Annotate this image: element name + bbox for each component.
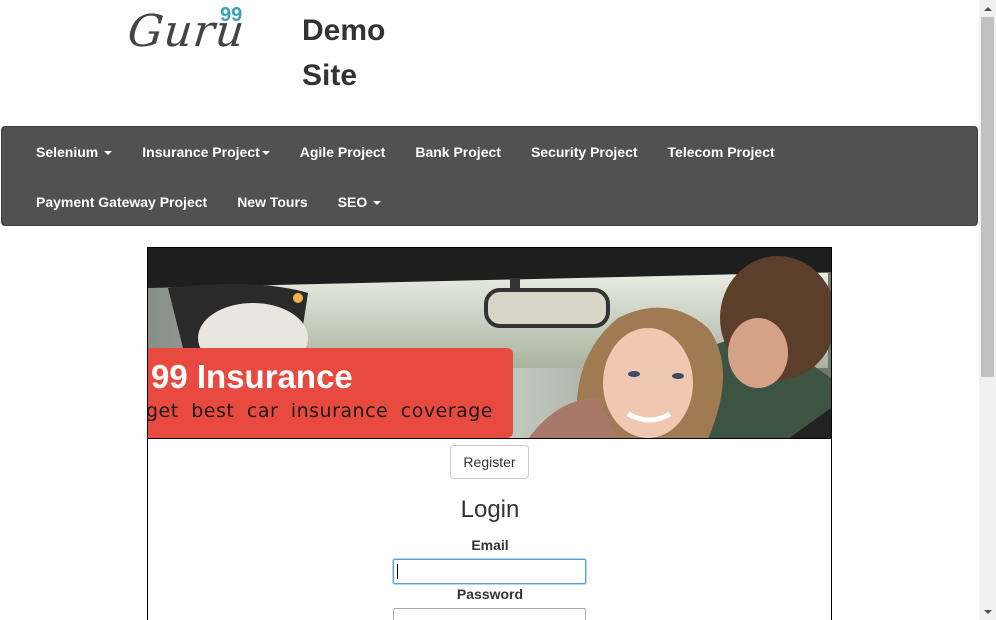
- banner-subtitle: get best car insurance coverage: [148, 400, 493, 422]
- nav-item-telecom-project[interactable]: Telecom Project: [653, 127, 790, 177]
- nav-item-selenium[interactable]: Selenium: [21, 127, 127, 177]
- arrow-up-icon: [983, 6, 992, 11]
- vertical-scrollbar[interactable]: [979, 0, 996, 620]
- nav-item-label: Payment Gateway Project: [36, 194, 208, 210]
- scroll-up-button[interactable]: [979, 0, 996, 17]
- logo-superscript: 99: [220, 4, 243, 26]
- nav-item-bank-project[interactable]: Bank Project: [400, 127, 516, 177]
- password-input[interactable]: [393, 608, 586, 620]
- nav-item-new-tours[interactable]: New Tours: [222, 177, 323, 227]
- caret-down-icon: [104, 151, 113, 156]
- nav-item-label: Security Project: [530, 144, 638, 160]
- nav-item-insurance-project[interactable]: Insurance Project: [127, 127, 285, 177]
- nav-item-label: Insurance Project: [142, 144, 260, 160]
- arrow-down-icon: [983, 609, 992, 614]
- nav-item-security-project[interactable]: Security Project: [516, 127, 653, 177]
- nav-item-payment-gateway-project[interactable]: Payment Gateway Project: [21, 177, 222, 227]
- main-navbar: Selenium Insurance Project Agile Project…: [1, 126, 978, 226]
- guru99-logo[interactable]: Guru 99: [125, 4, 258, 64]
- nav-item-label: New Tours: [237, 194, 308, 210]
- nav-item-agile-project[interactable]: Agile Project: [285, 127, 401, 177]
- banner-title: 99 Insurance: [151, 358, 353, 395]
- navbar-row-2: Payment Gateway Project New Tours SEO: [21, 177, 396, 227]
- site-title: Demo Site: [302, 14, 386, 92]
- page: Guru 99 Demo Site Selenium Insurance Pro…: [0, 0, 979, 620]
- caret-down-icon: [373, 201, 382, 206]
- email-label: Email: [471, 537, 509, 553]
- register-button[interactable]: Register: [450, 445, 529, 479]
- nav-item-label: Agile Project: [299, 144, 386, 160]
- nav-item-label: Telecom Project: [667, 144, 775, 160]
- insurance-banner: 99 Insurance get best car insurance cove…: [148, 248, 831, 439]
- nav-item-label: Bank Project: [415, 144, 501, 160]
- nav-item-label: Selenium: [36, 144, 99, 160]
- password-label: Password: [456, 586, 524, 602]
- email-input[interactable]: [393, 559, 586, 584]
- nav-item-seo[interactable]: SEO: [323, 177, 397, 227]
- caret-down-icon: [261, 151, 270, 156]
- navbar-row-1: Selenium Insurance Project Agile Project…: [21, 127, 790, 177]
- nav-item-label: SEO: [337, 194, 368, 210]
- scrollbar-thumb[interactable]: [981, 17, 994, 377]
- login-title: Login: [460, 496, 520, 523]
- scroll-down-button[interactable]: [979, 603, 996, 620]
